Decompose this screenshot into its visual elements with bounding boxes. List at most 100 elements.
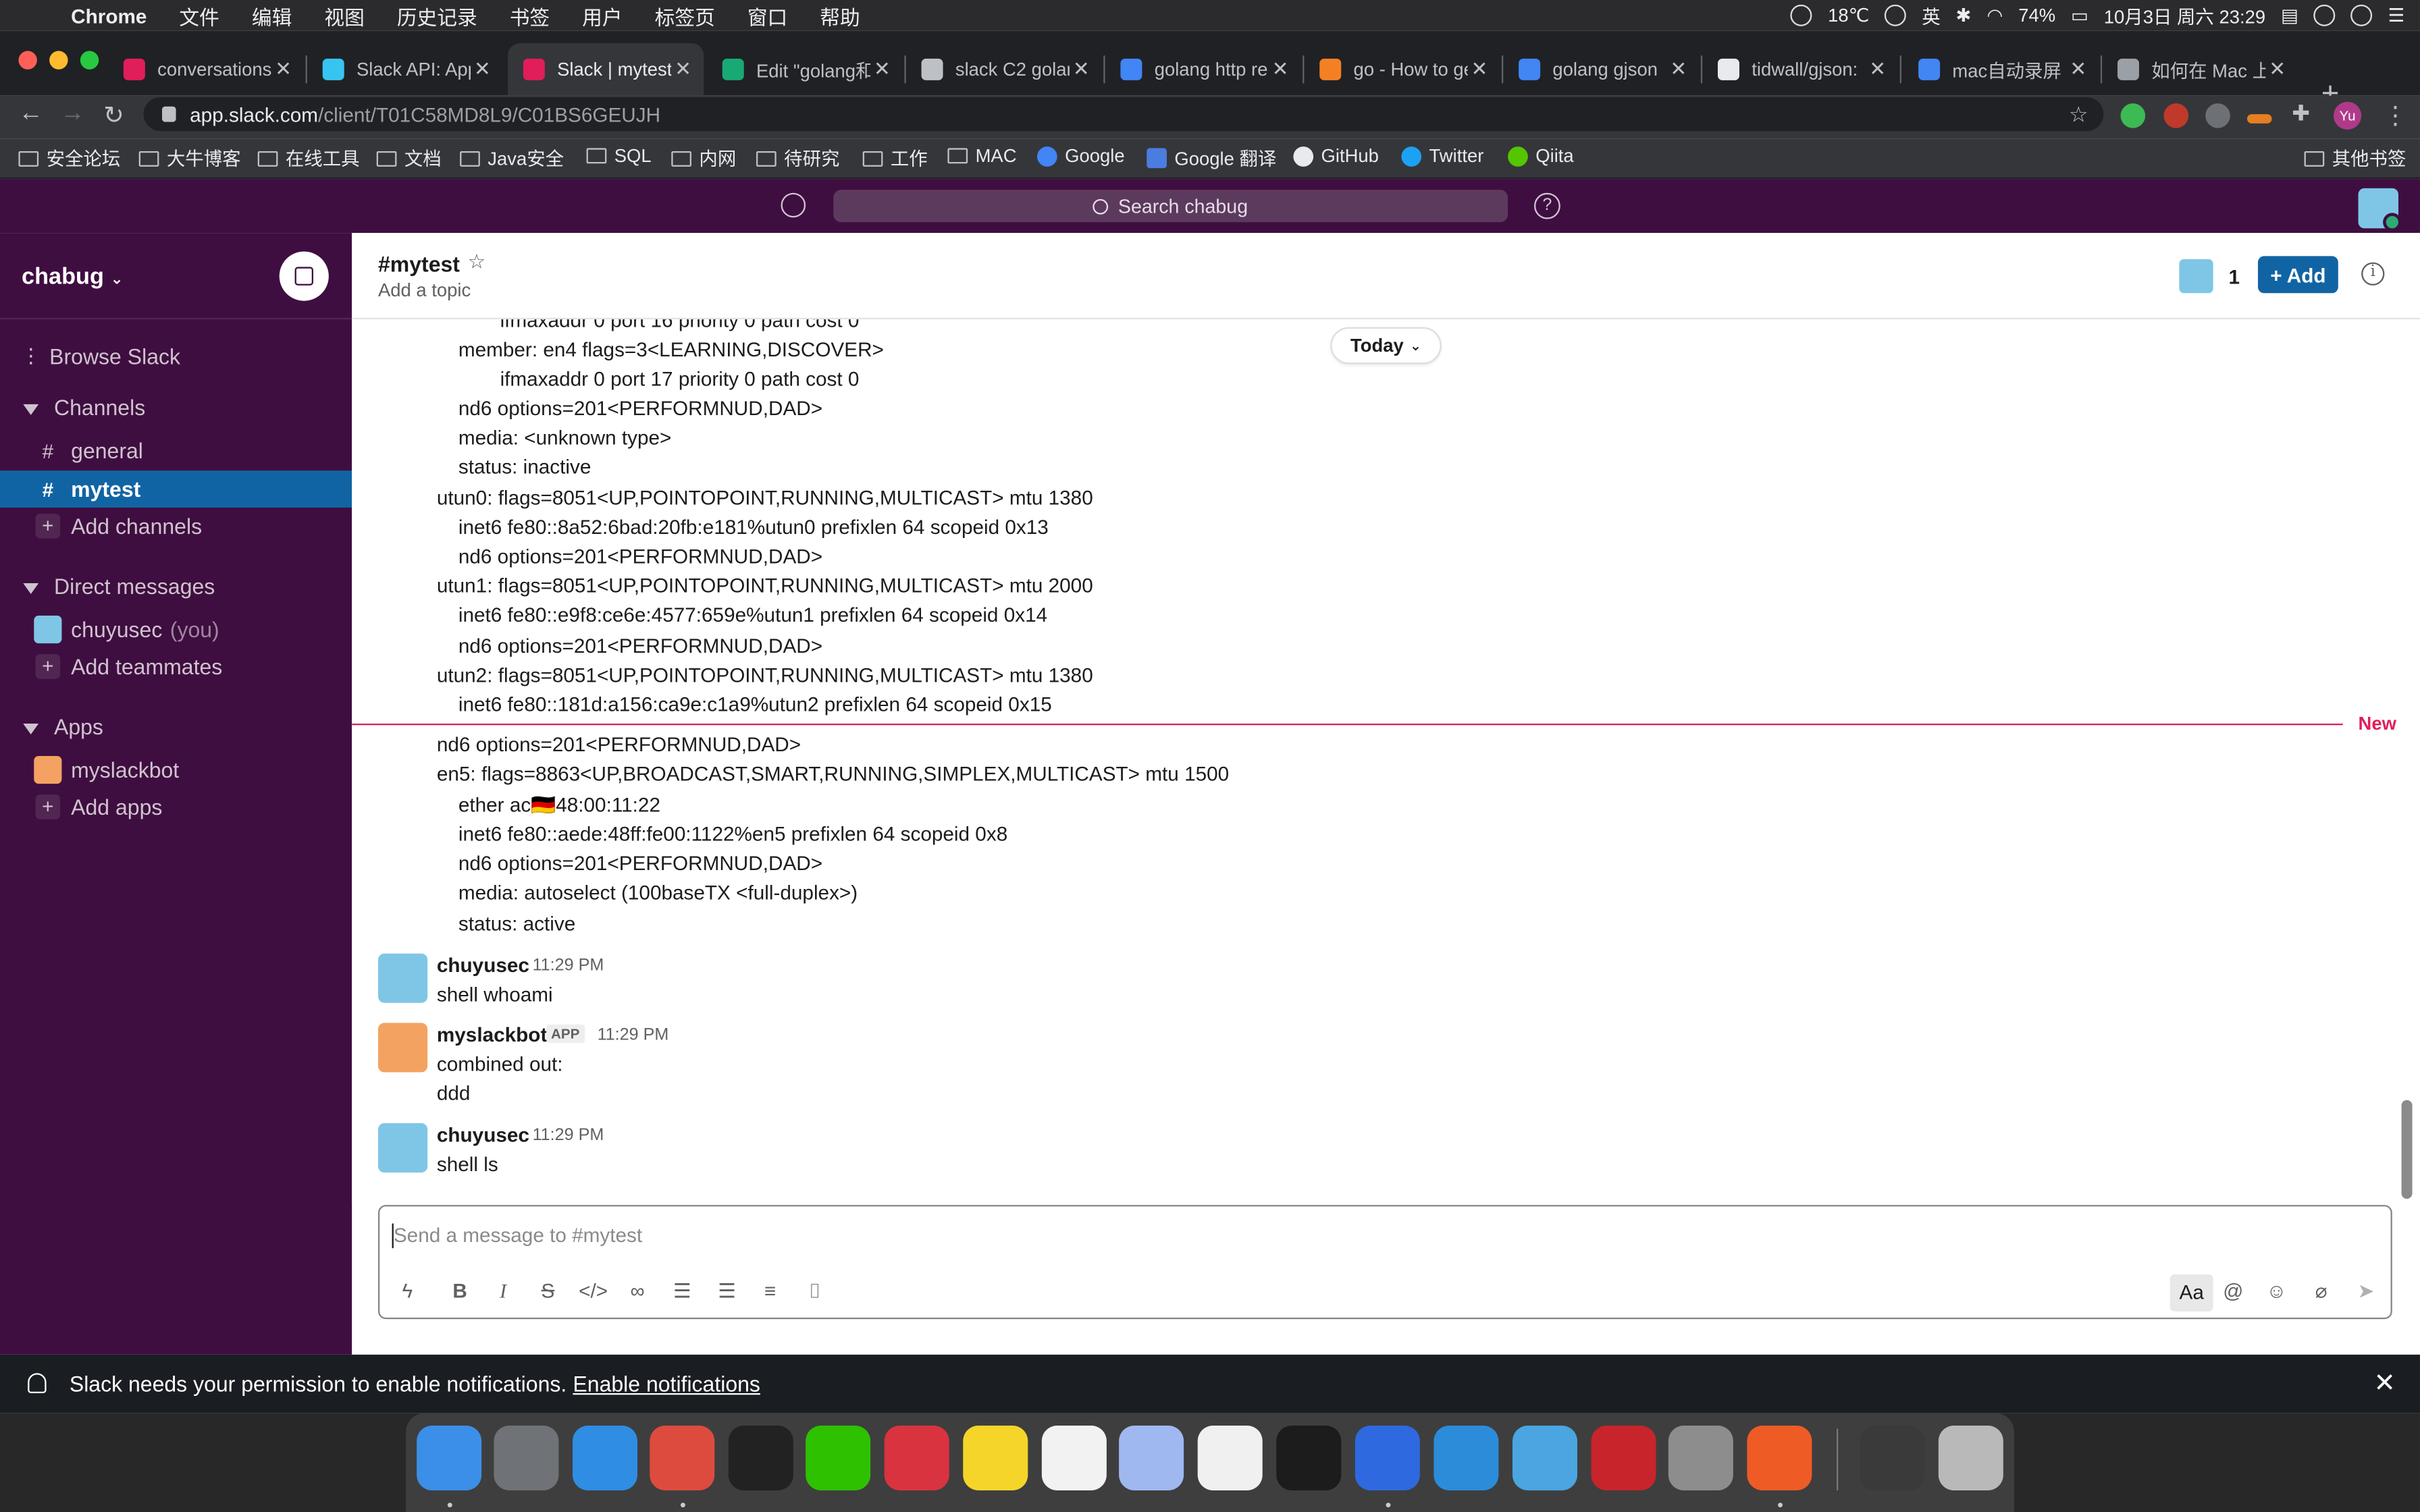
dock-sequel-pro-icon[interactable] (1512, 1425, 1577, 1490)
dock-netease-music-icon[interactable] (884, 1425, 949, 1490)
input-method[interactable]: 英 (1922, 2, 1940, 28)
browser-tab[interactable]: slack C2 golan ✕ (906, 43, 1102, 96)
close-tab-icon[interactable]: ✕ (1471, 57, 1488, 82)
mention-icon[interactable]: @ (2219, 1279, 2247, 1302)
extension-icon[interactable] (2120, 103, 2146, 128)
dock-safari-icon[interactable] (572, 1425, 637, 1490)
menu-history[interactable]: 历史记录 (397, 1, 477, 30)
sidebar-section-apps[interactable]: Apps (0, 708, 352, 745)
bot-avatar[interactable] (377, 1023, 428, 1073)
battery-percent[interactable]: 74% (2018, 5, 2055, 26)
blockquote-icon[interactable]: ≡ (756, 1279, 784, 1302)
sidebar-item-app-myslackbot[interactable]: myslackbot (0, 751, 352, 788)
sidebar-item-general[interactable]: # general (0, 432, 352, 469)
history-clock-icon[interactable] (781, 192, 806, 218)
dock-finder-icon[interactable] (417, 1425, 482, 1490)
sidebar-item-browse-slack[interactable]: ⋮ Browse Slack (0, 338, 352, 375)
message-author[interactable]: chuyusec (437, 1123, 529, 1146)
menu-bookmarks[interactable]: 书签 (510, 1, 550, 30)
sidebar-section-direct-messages[interactable]: Direct messages (0, 568, 352, 605)
siri-icon[interactable] (2350, 4, 2373, 26)
avatar[interactable] (377, 1123, 428, 1173)
close-tab-icon[interactable]: ✕ (874, 57, 891, 82)
dock-postman-icon[interactable] (1747, 1425, 1812, 1490)
browser-tab[interactable]: conversations. ✕ (108, 43, 304, 96)
menu-help[interactable]: 帮助 (820, 1, 860, 30)
clock[interactable]: 10月3日 周六 23:29 (2104, 2, 2265, 28)
bookmark-folder[interactable]: Java安全 (460, 145, 564, 171)
wifi-icon[interactable]: ◠ (1987, 5, 2003, 26)
dock-icloud-icon[interactable] (1041, 1425, 1107, 1490)
send-icon[interactable]: ➤ (2352, 1279, 2379, 1304)
browser-tab[interactable]: tidwall/gjson: ✕ (1702, 43, 1898, 96)
dock-parallels-icon[interactable] (1591, 1425, 1656, 1490)
menu-window[interactable]: 窗口 (747, 1, 787, 30)
dock-goland-icon[interactable] (1354, 1425, 1420, 1490)
menu-app-name[interactable]: Chrome (71, 4, 147, 27)
help-icon[interactable]: ? (1533, 192, 1560, 219)
scrollbar[interactable] (2401, 1100, 2413, 1199)
dock-trash-icon[interactable] (1938, 1425, 2003, 1490)
bookmark-folder[interactable]: MAC (947, 145, 1017, 167)
bookmark-folder[interactable]: 大牛博客 (138, 145, 241, 171)
microphone-icon[interactable] (1885, 4, 1907, 26)
bookmark-folder[interactable]: 内网 (671, 145, 736, 171)
extensions-puzzle-icon[interactable]: ✚ (2292, 101, 2310, 127)
bookmark-google-translate[interactable]: Google 翻译 (1147, 145, 1276, 171)
forward-arrow-icon[interactable]: → (60, 101, 85, 128)
close-tab-icon[interactable]: ✕ (2269, 57, 2286, 82)
menu-edit[interactable]: 编辑 (252, 1, 292, 30)
bold-button[interactable]: B (446, 1279, 474, 1302)
browser-tab[interactable]: golang gjson ✕ (1503, 43, 1699, 96)
menu-file[interactable]: 文件 (179, 1, 219, 30)
bookmark-star-icon[interactable]: ☆ (2069, 101, 2088, 128)
bookmark-github[interactable]: GitHub (1293, 145, 1379, 167)
close-tab-icon[interactable]: ✕ (1073, 57, 1090, 82)
bookmark-folder[interactable]: 安全论坛 (18, 145, 120, 171)
formatting-toggle-button[interactable]: Aa (2169, 1274, 2213, 1312)
menu-people[interactable]: 用户 (582, 1, 622, 30)
browser-tab[interactable]: 如何在 Mac 上 ✕ (2102, 43, 2298, 96)
link-icon[interactable]: ∞ (623, 1279, 651, 1302)
record-status-icon[interactable] (1791, 4, 1813, 26)
user-avatar[interactable] (2358, 188, 2402, 232)
control-center-icon[interactable]: ▤ (2281, 5, 2298, 26)
weather-temp[interactable]: 18℃ (1828, 5, 1869, 26)
dock-terminal-icon[interactable] (1276, 1425, 1342, 1490)
close-tab-icon[interactable]: ✕ (675, 57, 691, 82)
close-tab-icon[interactable]: ✕ (275, 57, 292, 82)
shortcuts-lightning-icon[interactable]: ϟ (394, 1279, 421, 1302)
dock-qq-music-icon[interactable] (963, 1425, 1028, 1490)
extension-icon[interactable] (2246, 114, 2272, 124)
close-tab-icon[interactable]: ✕ (474, 57, 491, 82)
dock-wechat-icon[interactable] (806, 1425, 871, 1490)
close-icon[interactable]: ✕ (2373, 1368, 2396, 1399)
browser-tab[interactable]: mac自动录屏 ✕ (1903, 43, 2099, 96)
browser-tab[interactable]: Slack API: App ✕ (307, 43, 503, 96)
bookmark-other[interactable]: 其他书签 (2304, 145, 2406, 171)
code-icon[interactable]: </> (579, 1279, 608, 1302)
bookmark-folder[interactable]: 工作 (862, 145, 928, 171)
emoji-icon[interactable]: ☺ (2263, 1279, 2290, 1302)
bookmark-folder[interactable]: 待研究 (756, 145, 839, 171)
bookmark-folder[interactable]: SQL (586, 145, 652, 167)
star-icon[interactable]: ☆ (468, 250, 486, 275)
menu-view[interactable]: 视图 (324, 1, 364, 30)
browser-tab[interactable]: go - How to ge ✕ (1304, 43, 1500, 96)
compose-icon[interactable] (279, 251, 329, 301)
minimize-window-button[interactable] (49, 51, 68, 70)
strikethrough-button[interactable]: S (534, 1279, 562, 1302)
bookmark-folder[interactable]: 在线工具 (257, 145, 360, 171)
add-topic-link[interactable]: Add a topic (378, 279, 471, 301)
channel-name[interactable]: #mytest (378, 252, 460, 277)
member-count-button[interactable]: 1 (2179, 259, 2240, 294)
dock-feishu-icon[interactable] (1119, 1425, 1184, 1490)
browser-tab[interactable]: Slack | mytest ✕ (507, 43, 704, 96)
address-bar[interactable]: app.slack.com/client/T01C58MD8L9/C01BS6G… (143, 97, 2104, 132)
bulleted-list-icon[interactable]: ☰ (713, 1279, 741, 1304)
message-author[interactable]: chuyusec (437, 954, 529, 977)
search-input[interactable]: Search chabug (833, 190, 1508, 223)
message-author[interactable]: myslackbot (437, 1023, 548, 1046)
date-divider-today[interactable]: Today ⌄ (1330, 327, 1442, 364)
notification-center-icon[interactable]: ☰ (2388, 5, 2405, 26)
